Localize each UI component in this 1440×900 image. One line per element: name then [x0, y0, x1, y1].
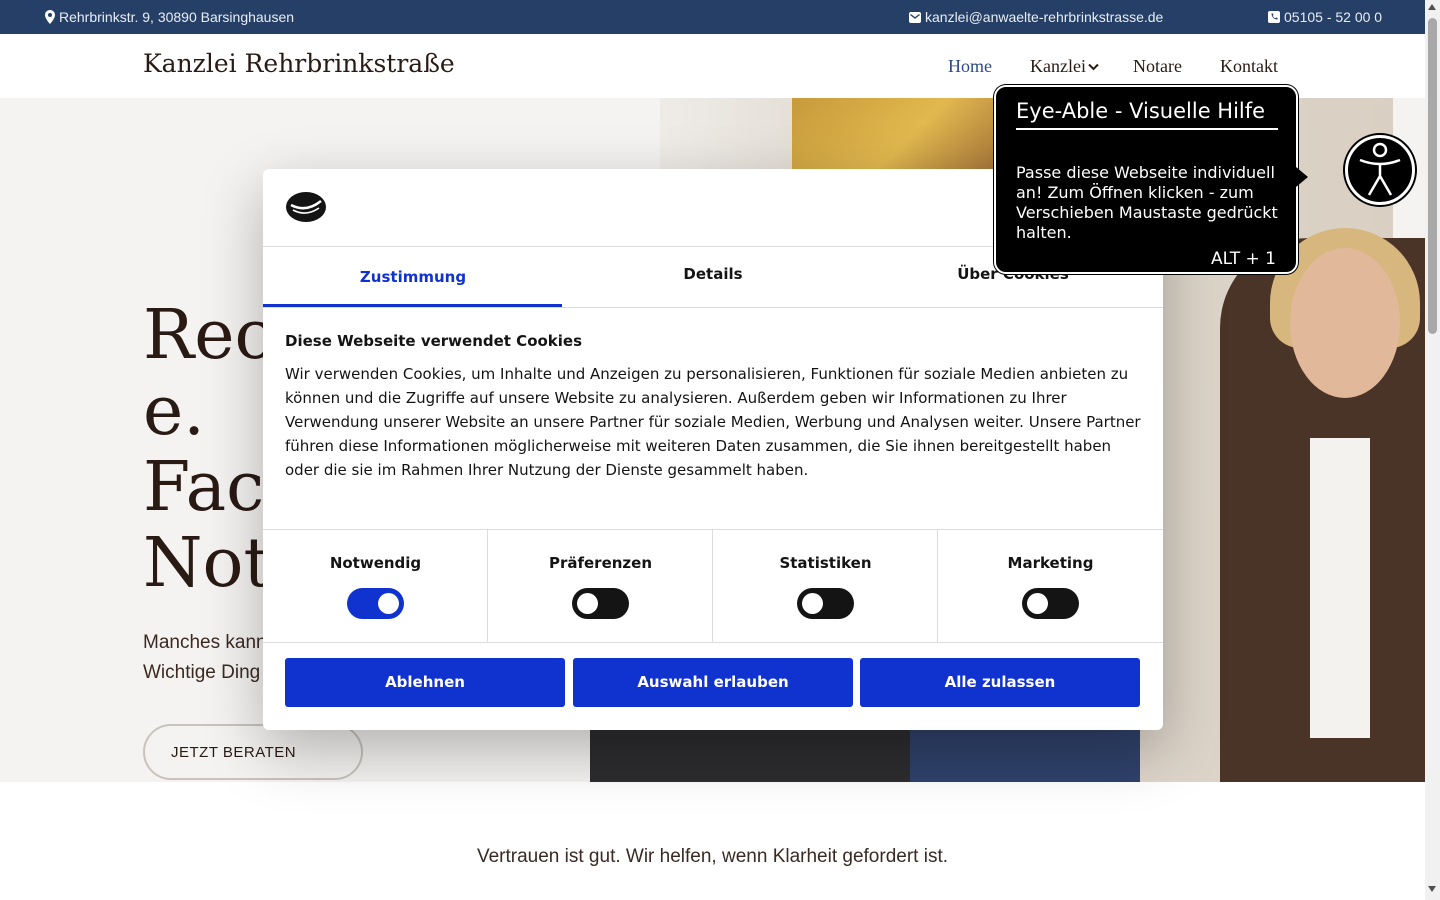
toggle-knob: [802, 593, 823, 614]
map-marker-icon: [45, 10, 55, 24]
tabs-divider: [263, 307, 1163, 308]
phone-icon: [1268, 11, 1280, 23]
email-text: kanzlei@anwaelte-rehrbrinkstrasse.de: [925, 9, 1164, 25]
cookie-description: Wir verwenden Cookies, um Inhalte und An…: [285, 365, 1141, 479]
phone-text: 05105 - 52 00 0: [1284, 9, 1383, 25]
eye-able-body: Passe diese Webseite individuell an! Zum…: [1016, 163, 1278, 242]
intro-section: Vertrauen ist gut. Wir helfen, wenn Klar…: [0, 782, 1425, 900]
eye-able-shortcut: ALT + 1: [1210, 249, 1276, 269]
cookiebot-logo-icon: [285, 191, 327, 227]
category-marketing-label: Marketing: [1007, 554, 1094, 572]
tagline: Vertrauen ist gut. Wir helfen, wenn Klar…: [476, 846, 948, 867]
scrollbar-thumb[interactable]: [1428, 18, 1437, 334]
scroll-up-icon[interactable]: [1428, 4, 1436, 10]
email-link[interactable]: kanzlei@anwaelte-rehrbrinkstrasse.de: [909, 9, 1163, 25]
eye-able-button[interactable]: [1345, 135, 1415, 205]
statistics-toggle[interactable]: [797, 588, 854, 619]
necessary-toggle[interactable]: [347, 588, 404, 619]
categories-bottom-divider: [263, 642, 1163, 643]
nav-kontakt[interactable]: Kontakt: [1220, 56, 1278, 77]
team-member-3-shirt: [1310, 438, 1370, 738]
category-preferences: Präferenzen: [488, 530, 713, 642]
scroll-down-icon[interactable]: [1428, 886, 1436, 892]
toggle-knob: [1027, 593, 1048, 614]
allow-all-button[interactable]: Alle zulassen: [860, 658, 1140, 707]
tab-consent[interactable]: Zustimmung: [263, 268, 563, 286]
allow-selection-button[interactable]: Auswahl erlauben: [573, 658, 853, 707]
chevron-down-icon: [1088, 63, 1099, 70]
phone-link[interactable]: 05105 - 52 00 0: [1268, 9, 1382, 25]
address-item: Rehrbrinkstr. 9, 30890 Barsinghausen: [45, 9, 294, 25]
category-necessary-label: Notwendig: [329, 554, 422, 572]
site-brand[interactable]: Kanzlei Rehrbrinkstraße: [143, 49, 455, 78]
address-text: Rehrbrinkstr. 9, 30890 Barsinghausen: [59, 9, 295, 25]
hero-title: Rec e. Fac Not: [143, 296, 273, 603]
tab-details[interactable]: Details: [563, 265, 863, 283]
page-scrollbar[interactable]: [1425, 0, 1440, 900]
cookie-heading: Diese Webseite verwendet Cookies: [285, 332, 583, 350]
top-info-bar: Rehrbrinkstr. 9, 30890 Barsinghausen kan…: [0, 0, 1425, 34]
nav-notare[interactable]: Notare: [1133, 56, 1182, 77]
accessibility-icon: [1359, 142, 1401, 196]
envelope-icon: [909, 11, 921, 23]
team-member-3-face: [1290, 248, 1400, 398]
category-statistics: Statistiken: [713, 530, 938, 642]
nav-kanzlei-label: Kanzlei: [1030, 56, 1086, 76]
category-necessary: Notwendig: [263, 530, 488, 642]
eye-able-tooltip: Eye-Able - Visuelle Hilfe Passe diese We…: [994, 85, 1308, 274]
toggle-knob: [577, 593, 598, 614]
consultation-button[interactable]: JETZT BERATEN: [143, 724, 363, 780]
nav-home[interactable]: Home: [948, 56, 992, 77]
eye-able-title: Eye-Able - Visuelle Hilfe: [1016, 99, 1278, 130]
toggle-knob: [378, 593, 399, 614]
marketing-toggle[interactable]: [1022, 588, 1079, 619]
decline-button[interactable]: Ablehnen: [285, 658, 565, 707]
hero-subtitle: Manches kann Wichtige Ding: [143, 632, 267, 683]
category-statistics-label: Statistiken: [779, 554, 872, 572]
tooltip-arrow: [1296, 167, 1308, 187]
preferences-toggle[interactable]: [572, 588, 629, 619]
category-preferences-label: Präferenzen: [548, 554, 653, 572]
category-marketing: Marketing: [938, 530, 1163, 642]
nav-kanzlei[interactable]: Kanzlei: [1030, 56, 1099, 77]
